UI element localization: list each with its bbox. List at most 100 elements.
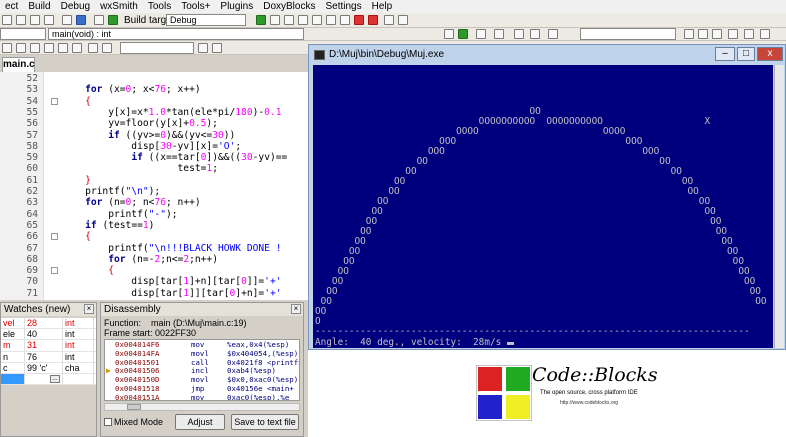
watch-row[interactable]: m 31 int	[1, 340, 96, 352]
run-icon[interactable]	[108, 15, 118, 25]
code-line[interactable]: 59 if ((x==tar[0])&&((30-yv)==	[0, 152, 310, 163]
step-instruction-icon[interactable]	[340, 15, 350, 25]
step-out-icon[interactable]	[312, 15, 322, 25]
step-into-icon[interactable]	[298, 15, 308, 25]
redo-icon[interactable]	[76, 15, 86, 25]
zoom-in-icon[interactable]	[58, 43, 68, 53]
disassembly-row[interactable]: 0x0040151A mov 0xac0(%esp),%e	[105, 393, 299, 400]
code-line[interactable]: 62 printf("\n");	[0, 186, 310, 197]
fold-marker-icon[interactable]	[51, 97, 58, 105]
close-button[interactable]: x	[757, 47, 783, 61]
menu-item-settings[interactable]: Settings	[320, 1, 366, 12]
symbol-select[interactable]	[120, 42, 194, 54]
new-file-icon[interactable]	[2, 15, 12, 25]
stop-debugger-icon[interactable]	[368, 15, 378, 25]
build-target-select[interactable]: Debug	[166, 14, 246, 26]
fold-marker-icon[interactable]	[51, 267, 58, 275]
bookmark-prev-icon[interactable]	[744, 29, 754, 39]
code-line[interactable]: 70 disp[tar[1]+n][tar[0]]='+'	[0, 276, 310, 287]
code-line[interactable]: 55 y[x]=x*1.0*tan(ele*pi/180)-0.1	[0, 107, 310, 118]
watch-row[interactable]: vel 28 int	[1, 318, 96, 330]
open-icon[interactable]	[16, 15, 26, 25]
code-line[interactable]: 52	[0, 73, 310, 84]
maximize-button[interactable]: □	[737, 47, 755, 61]
search-options-icon[interactable]	[712, 29, 722, 39]
tools-icon[interactable]	[548, 29, 558, 39]
mixed-mode-checkbox[interactable]	[104, 418, 112, 426]
code-line[interactable]: 58 disp[30-yv][x]='O';	[0, 141, 310, 152]
adjust-button[interactable]: Adjust	[175, 414, 225, 430]
run-to-cursor-icon[interactable]	[270, 15, 280, 25]
save-to-text-file-button[interactable]: Save to text file	[231, 414, 299, 430]
undo-icon[interactable]	[62, 15, 72, 25]
menu-item-doxyblocks[interactable]: DoxyBlocks	[258, 1, 320, 12]
replace-icon[interactable]	[212, 43, 222, 53]
zoom-out-icon[interactable]	[72, 43, 82, 53]
search-forward-icon[interactable]	[698, 29, 708, 39]
save-icon[interactable]	[30, 15, 40, 25]
scope-select[interactable]	[0, 28, 46, 40]
watch-row[interactable]: c 99 'c' cha	[1, 362, 96, 374]
indent-icon[interactable]	[30, 43, 40, 53]
info-icon[interactable]	[398, 15, 408, 25]
search-input[interactable]	[580, 28, 676, 40]
search-back-icon[interactable]	[684, 29, 694, 39]
code-line[interactable]: 57 if ((yv>=0)&&(yv<=30))	[0, 130, 310, 141]
tab-main-c[interactable]: main.c	[2, 57, 35, 72]
code-line[interactable]: 61 }	[0, 175, 310, 186]
menu-item-build[interactable]: Build	[23, 1, 55, 12]
menu-item-help[interactable]: Help	[367, 1, 398, 12]
horizontal-scrollbar[interactable]	[104, 403, 300, 411]
code-line[interactable]: 69 {	[0, 265, 310, 276]
watch-row[interactable]: ele 40 int	[1, 329, 96, 341]
code-line[interactable]: 67 printf("\n!!!BLACK HOWK DONE !	[0, 243, 310, 254]
menu-item-ect[interactable]: ect	[0, 1, 23, 12]
code-line[interactable]: 54 {	[0, 96, 310, 107]
debug-windows-icon[interactable]	[384, 15, 394, 25]
uncomment-icon[interactable]	[16, 43, 26, 53]
code-line[interactable]: 66 {	[0, 231, 310, 242]
function-select[interactable]: main(void) : int	[48, 28, 304, 40]
menu-item-plugins[interactable]: Plugins	[215, 1, 258, 12]
code-line[interactable]: 60 test=1;	[0, 163, 310, 174]
code-line[interactable]: 71 disp[tar[1]][tar[0]+n]='+'	[0, 288, 310, 299]
code-editor[interactable]: 52 53 for (x=0; x<76; x++) 54 {55 y[x]=x*1…	[0, 72, 310, 300]
copy-icon[interactable]	[102, 43, 112, 53]
comment-icon[interactable]	[2, 43, 12, 53]
watch-row[interactable]: n 76 int	[1, 351, 96, 363]
find-icon[interactable]	[198, 43, 208, 53]
disassembly-list[interactable]: 0x004014F6 mov %eax,0x4(%esp) 0x004014FA mov…	[104, 339, 300, 401]
code-line[interactable]: 53 for (x=0; x<76; x++)	[0, 84, 310, 95]
jump-forward-icon[interactable]	[458, 29, 468, 39]
doxy-block-icon[interactable]	[494, 29, 504, 39]
console-scrollbar[interactable]	[774, 65, 784, 348]
build-icon[interactable]	[94, 15, 104, 25]
menu-item-wxsmith[interactable]: wxSmith	[95, 1, 143, 12]
jump-back-icon[interactable]	[444, 29, 454, 39]
fold-marker-icon[interactable]	[51, 233, 58, 241]
menu-item-tools[interactable]: Tools	[143, 1, 176, 12]
debug-run-icon[interactable]	[256, 15, 266, 25]
close-icon[interactable]: ×	[84, 304, 94, 314]
doxy-comment-icon[interactable]	[476, 29, 486, 39]
code-line[interactable]: 64 printf("-");	[0, 209, 310, 220]
next-instruction-icon[interactable]	[326, 15, 336, 25]
save-all-icon[interactable]	[44, 15, 54, 25]
code-line[interactable]: 65 if (test==1)	[0, 220, 310, 231]
code-line[interactable]: 68 for (n=-2;n<=2;n++)	[0, 254, 310, 265]
bookmark-next-icon[interactable]	[760, 29, 770, 39]
doxy-config-icon[interactable]	[514, 29, 524, 39]
code-line[interactable]: 63 for (n=0; n<76; n++)	[0, 197, 310, 208]
code-line[interactable]: 56 yv=floor(y[x]+0.5);	[0, 118, 310, 129]
break-icon[interactable]	[354, 15, 364, 25]
doxy-extract-icon[interactable]	[530, 29, 540, 39]
close-icon[interactable]: ×	[291, 304, 301, 314]
next-line-icon[interactable]	[284, 15, 294, 25]
minimize-button[interactable]: –	[715, 47, 735, 61]
bookmark-icon[interactable]	[728, 29, 738, 39]
unindent-icon[interactable]	[44, 43, 54, 53]
select-icon[interactable]	[88, 43, 98, 53]
menu-item-tools[interactable]: Tools+	[176, 1, 215, 12]
watch-new-row[interactable]: ...	[1, 373, 96, 386]
menu-item-debug[interactable]: Debug	[56, 1, 95, 12]
